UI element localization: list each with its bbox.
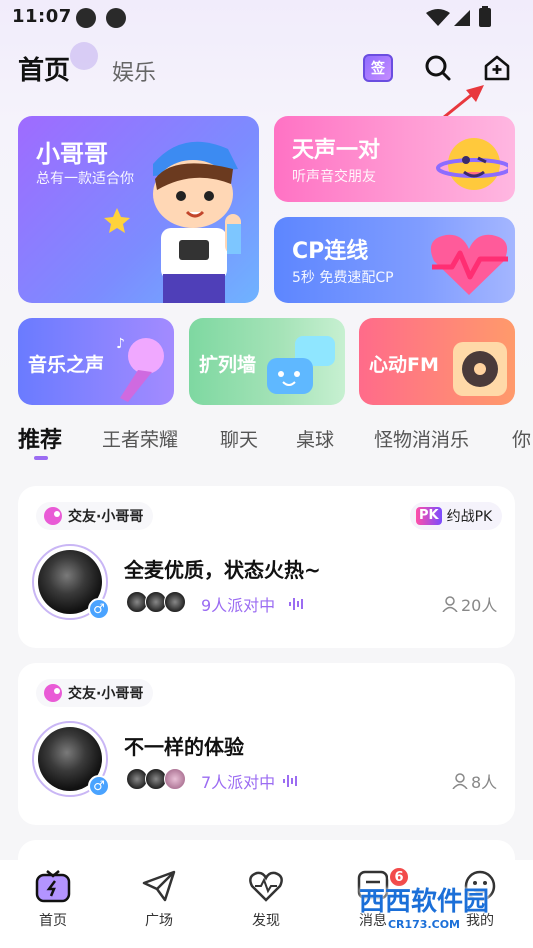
banner-boys-title: 小哥哥 bbox=[36, 140, 108, 168]
tab-decoration bbox=[70, 42, 98, 70]
viewer-count: 20人 bbox=[442, 592, 497, 616]
emoji-planet-icon bbox=[436, 138, 508, 190]
svg-text:♪: ♪ bbox=[116, 336, 125, 352]
chat-notification-icon bbox=[76, 8, 96, 28]
sound-wave-icon bbox=[283, 775, 297, 787]
room-tag: 交友·小哥哥 bbox=[36, 679, 154, 707]
room-tag: 交友·小哥哥 bbox=[36, 502, 154, 530]
nav-discover[interactable]: 发现 bbox=[231, 868, 301, 930]
nav-home[interactable]: 首页 bbox=[18, 868, 88, 930]
heart-icon bbox=[430, 234, 508, 295]
member-avatar bbox=[164, 591, 186, 613]
signal-icon bbox=[454, 10, 470, 26]
category-tab-chat[interactable]: 聊天 bbox=[220, 425, 258, 452]
category-tab-billiards[interactable]: 桌球 bbox=[296, 425, 334, 452]
tab-entertainment[interactable]: 娱乐 bbox=[112, 55, 156, 87]
tv-icon bbox=[35, 868, 71, 904]
watermark-sub: CR173.COM bbox=[387, 918, 461, 931]
viewer-count-label: 8人 bbox=[471, 773, 498, 792]
active-tab-indicator bbox=[34, 456, 48, 460]
watermark-logo: 西西软件园 CR173.COM bbox=[334, 868, 514, 944]
status-time: 11:07 bbox=[12, 6, 72, 27]
category-tab-monster-match[interactable]: 怪物消消乐 bbox=[374, 425, 469, 452]
person-icon bbox=[452, 773, 468, 789]
banner-cp[interactable]: CP连线 5秒 免费速配CP bbox=[274, 217, 515, 303]
viewer-count-label: 20人 bbox=[461, 596, 498, 615]
room-title: 不一样的体验 bbox=[124, 735, 244, 759]
banner-fm[interactable]: 心动FM bbox=[359, 318, 515, 405]
room-card[interactable]: 交友·小哥哥 ♂ 不一样的体验 7人派对中 8人 bbox=[18, 663, 515, 825]
banner-music-title: 音乐之声 bbox=[28, 354, 105, 376]
nav-square[interactable]: 广场 bbox=[124, 868, 194, 930]
pk-tag: PK 约战PK bbox=[410, 502, 503, 530]
male-gender-icon: ♂ bbox=[88, 598, 110, 620]
watermark-text: 西西软件园 bbox=[358, 887, 489, 917]
nav-square-label: 广场 bbox=[145, 913, 173, 929]
category-tab-more[interactable]: 你 bbox=[512, 425, 533, 452]
heartbeat-icon bbox=[248, 868, 284, 904]
chat-bubbles-icon bbox=[267, 336, 335, 394]
banner-boys[interactable]: 小哥哥 总有一款适合你 bbox=[18, 116, 259, 303]
banner-cp-subtitle: 5秒 免费速配CP bbox=[292, 270, 394, 286]
record-player-icon bbox=[453, 342, 507, 396]
room-tag-label: 交友·小哥哥 bbox=[68, 686, 144, 702]
banner-cp-title: CP连线 bbox=[292, 239, 369, 264]
category-tab-recommend[interactable]: 推荐 bbox=[18, 422, 62, 454]
pk-tag-label: 约战PK bbox=[446, 509, 493, 525]
microphone-icon: ♪ bbox=[116, 336, 164, 402]
banner-wall-title: 扩列墙 bbox=[199, 354, 257, 376]
battery-icon bbox=[479, 6, 491, 27]
wifi-icon bbox=[426, 9, 450, 26]
room-tag-label: 交友·小哥哥 bbox=[68, 509, 144, 525]
viewer-count: 8人 bbox=[452, 769, 497, 793]
category-tab-honor-of-kings[interactable]: 王者荣耀 bbox=[102, 425, 178, 452]
star-icon bbox=[104, 208, 130, 233]
party-count: 9人派对中 bbox=[201, 596, 276, 615]
nav-home-label: 首页 bbox=[39, 913, 67, 929]
member-avatar bbox=[164, 768, 186, 790]
party-count: 7人派对中 bbox=[201, 773, 276, 792]
boy-character-icon bbox=[153, 141, 241, 303]
banner-voice-pair[interactable]: 天声一对 听声音交朋友 bbox=[274, 116, 515, 202]
banner-voice-pair-title: 天声一对 bbox=[292, 138, 381, 163]
search-icon bbox=[425, 55, 451, 81]
banner-wall[interactable]: 扩列墙 bbox=[189, 318, 345, 405]
banner-boys-subtitle: 总有一款适合你 bbox=[36, 171, 134, 187]
banner-voice-pair-subtitle: 听声音交朋友 bbox=[292, 169, 376, 185]
chat-notification-icon bbox=[106, 8, 126, 28]
tag-icon bbox=[44, 507, 62, 525]
pk-icon: PK bbox=[416, 507, 442, 525]
sound-wave-icon bbox=[289, 598, 303, 610]
banner-music[interactable]: 音乐之声 ♪ bbox=[18, 318, 174, 405]
room-title: 全麦优质，状态火热~ bbox=[124, 558, 321, 582]
home-plus-icon bbox=[484, 55, 510, 81]
tab-home[interactable]: 首页 bbox=[18, 50, 70, 87]
sign-in-icon: 签 bbox=[363, 54, 393, 82]
banner-fm-title: 心动FM bbox=[369, 354, 439, 376]
nav-discover-label: 发现 bbox=[252, 913, 280, 929]
male-gender-icon: ♂ bbox=[88, 775, 110, 797]
person-icon bbox=[442, 596, 458, 612]
tag-icon bbox=[44, 684, 62, 702]
room-card[interactable]: 交友·小哥哥 PK 约战PK ♂ 全麦优质，状态火热~ 9人派对中 20人 bbox=[18, 486, 515, 648]
paper-plane-icon bbox=[141, 868, 177, 904]
